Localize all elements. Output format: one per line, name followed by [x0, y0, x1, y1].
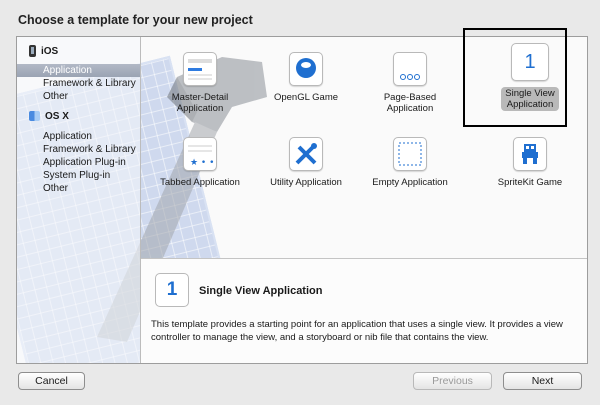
- template-utility[interactable]: Utility Application: [256, 137, 356, 188]
- template-spritekit[interactable]: SpriteKit Game: [480, 137, 580, 188]
- detail-title: Single View Application: [199, 285, 323, 297]
- finder-icon: [29, 111, 40, 121]
- template-detail-pane: 1 Single View Application This template …: [141, 258, 587, 363]
- template-category-sidebar: iOS Application Framework & Library Othe…: [17, 37, 141, 363]
- template-page-based[interactable]: Page-Based Application: [360, 52, 460, 114]
- template-tabbed[interactable]: ★ • • • Tabbed Application: [150, 137, 250, 188]
- detail-description: This template provides a starting point …: [151, 319, 563, 343]
- master-detail-icon: [183, 52, 217, 86]
- iphone-icon: [29, 45, 36, 57]
- next-button[interactable]: Next: [503, 372, 582, 390]
- utility-icon: [289, 137, 323, 171]
- sidebar-section-ios: iOS: [29, 44, 58, 58]
- sidebar-item-osx-application[interactable]: Application: [17, 130, 140, 143]
- sidebar-item-ios-other[interactable]: Other: [17, 90, 140, 103]
- sidebar-section-osx: OS X: [29, 109, 69, 123]
- cancel-button[interactable]: Cancel: [18, 372, 85, 390]
- sidebar-item-osx-other[interactable]: Other: [17, 182, 140, 195]
- sidebar-item-osx-framework-library[interactable]: Framework & Library: [17, 143, 140, 156]
- page-based-icon: [393, 52, 427, 86]
- template-master-detail[interactable]: Master-Detail Application: [150, 52, 250, 114]
- opengl-icon: [289, 52, 323, 86]
- empty-icon: [393, 137, 427, 171]
- template-opengl-game[interactable]: OpenGL Game: [256, 52, 356, 103]
- sidebar-section-label: OS X: [45, 110, 69, 122]
- single-view-icon: 1: [155, 273, 189, 307]
- dialog-title: Choose a template for your new project: [18, 13, 253, 27]
- sidebar-section-label: iOS: [41, 45, 59, 57]
- svg-text:★ • • •: ★ • • •: [190, 158, 216, 168]
- spritekit-icon: [513, 137, 547, 171]
- tabbed-icon: ★ • • •: [183, 137, 223, 171]
- sidebar-item-ios-application[interactable]: Application: [17, 64, 140, 77]
- sidebar-item-osx-system-plugin[interactable]: System Plug-in: [17, 169, 140, 182]
- previous-button[interactable]: Previous: [413, 372, 492, 390]
- sidebar-item-ios-framework-library[interactable]: Framework & Library: [17, 77, 140, 90]
- selection-highlight-frame: [463, 28, 567, 127]
- sidebar-item-osx-app-plugin[interactable]: Application Plug-in: [17, 156, 140, 169]
- template-empty[interactable]: Empty Application: [360, 137, 460, 188]
